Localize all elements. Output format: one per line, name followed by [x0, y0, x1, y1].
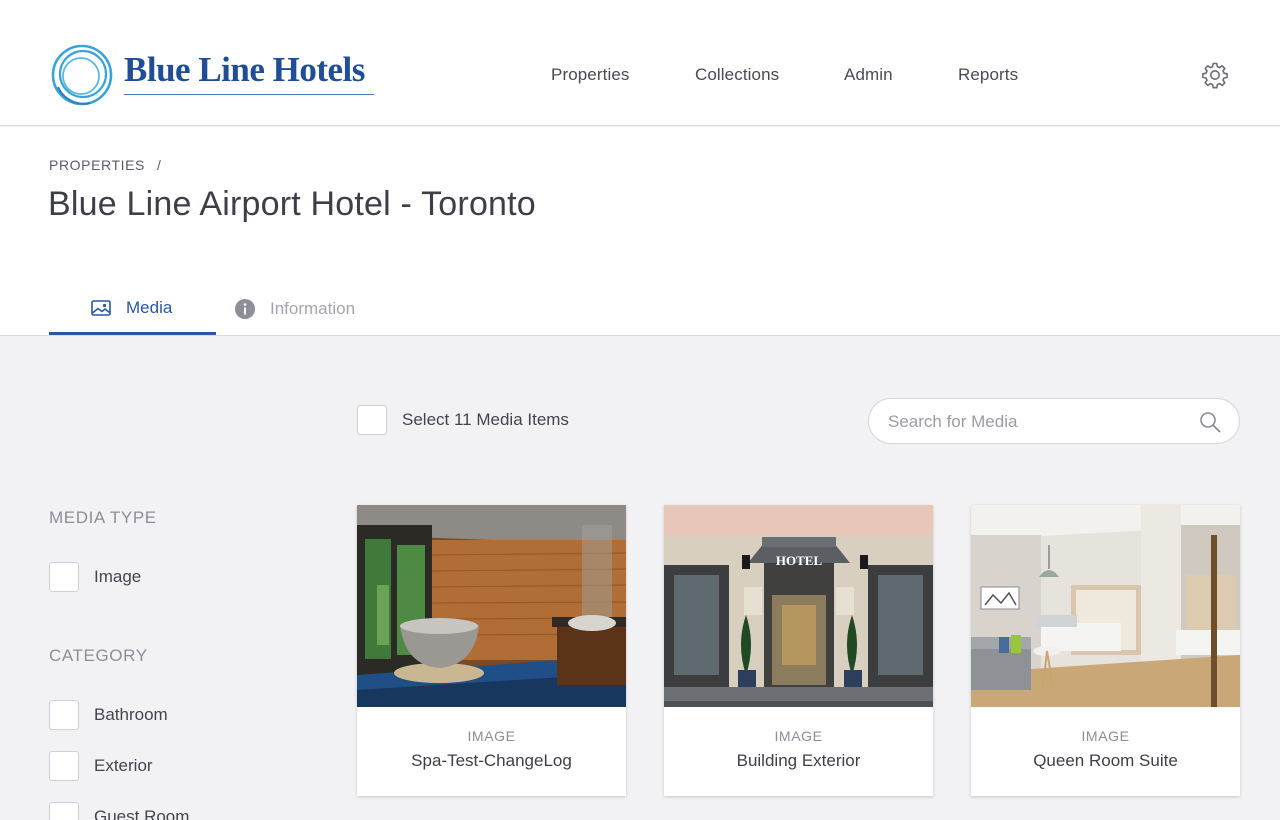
media-thumbnail-building: HOTEL — [664, 505, 933, 707]
media-card[interactable]: IMAGE Spa-Test-ChangeLog — [357, 505, 626, 796]
media-thumbnail-spa — [357, 505, 626, 707]
image-icon — [90, 297, 112, 319]
hotel-sign-text: HOTEL — [776, 553, 823, 568]
media-name: Spa-Test-ChangeLog — [411, 751, 572, 770]
filter-checkbox-image[interactable] — [49, 562, 79, 592]
media-name: Building Exterior — [736, 751, 861, 770]
nav-properties[interactable]: Properties — [551, 64, 629, 86]
nav-admin[interactable]: Admin — [844, 64, 893, 86]
info-icon — [234, 298, 256, 320]
filter-checkbox-bathroom[interactable] — [49, 700, 79, 730]
logo-rings-icon — [51, 44, 113, 106]
media-thumbnail-room — [971, 505, 1240, 707]
media-type-label: IMAGE — [467, 728, 516, 744]
brand-name: Blue Line Hotels — [124, 49, 365, 89]
filter-option-bathroom[interactable]: Bathroom — [49, 700, 168, 730]
tab-media[interactable]: Media — [49, 283, 216, 335]
tab-information[interactable]: Information — [234, 283, 355, 335]
top-navigation-bar: Blue Line Hotels Properties Collections … — [0, 0, 1280, 126]
filter-heading-media-type: MEDIA TYPE — [49, 508, 157, 527]
media-name: Queen Room Suite — [1033, 751, 1178, 770]
media-search-box[interactable] — [868, 398, 1240, 444]
media-type-label: IMAGE — [774, 728, 823, 744]
page-title: Blue Line Airport Hotel - Toronto — [48, 185, 536, 223]
page-header: PROPERTIES / Blue Line Airport Hotel - To… — [0, 127, 1280, 336]
logo-underline — [124, 93, 374, 95]
media-card[interactable]: HOTEL IMAGE Building Exterior — [664, 505, 933, 796]
filter-option-image[interactable]: Image — [49, 562, 141, 592]
filter-option-guest-room[interactable]: Guest Room — [49, 802, 189, 820]
select-all-checkbox[interactable] — [357, 405, 387, 435]
breadcrumb: PROPERTIES / — [49, 157, 162, 173]
media-type-label: IMAGE — [1081, 728, 1130, 744]
search-icon[interactable] — [1199, 411, 1221, 433]
filter-checkbox-exterior[interactable] — [49, 751, 79, 781]
select-all-control[interactable]: Select 11 Media Items — [357, 405, 569, 435]
brand-logo[interactable]: Blue Line Hotels — [50, 43, 374, 107]
filter-heading-category: CATEGORY — [49, 646, 148, 665]
nav-collections[interactable]: Collections — [695, 64, 779, 86]
breadcrumb-properties[interactable]: PROPERTIES — [49, 157, 145, 173]
select-all-label: Select 11 Media Items — [402, 410, 569, 429]
breadcrumb-separator: / — [157, 157, 162, 173]
filter-option-exterior[interactable]: Exterior — [49, 751, 153, 781]
media-card[interactable]: IMAGE Queen Room Suite — [971, 505, 1240, 796]
search-input[interactable] — [888, 410, 1178, 434]
gear-icon[interactable] — [1201, 61, 1229, 89]
nav-reports[interactable]: Reports — [958, 64, 1018, 86]
filter-checkbox-guest-room[interactable] — [49, 802, 79, 820]
